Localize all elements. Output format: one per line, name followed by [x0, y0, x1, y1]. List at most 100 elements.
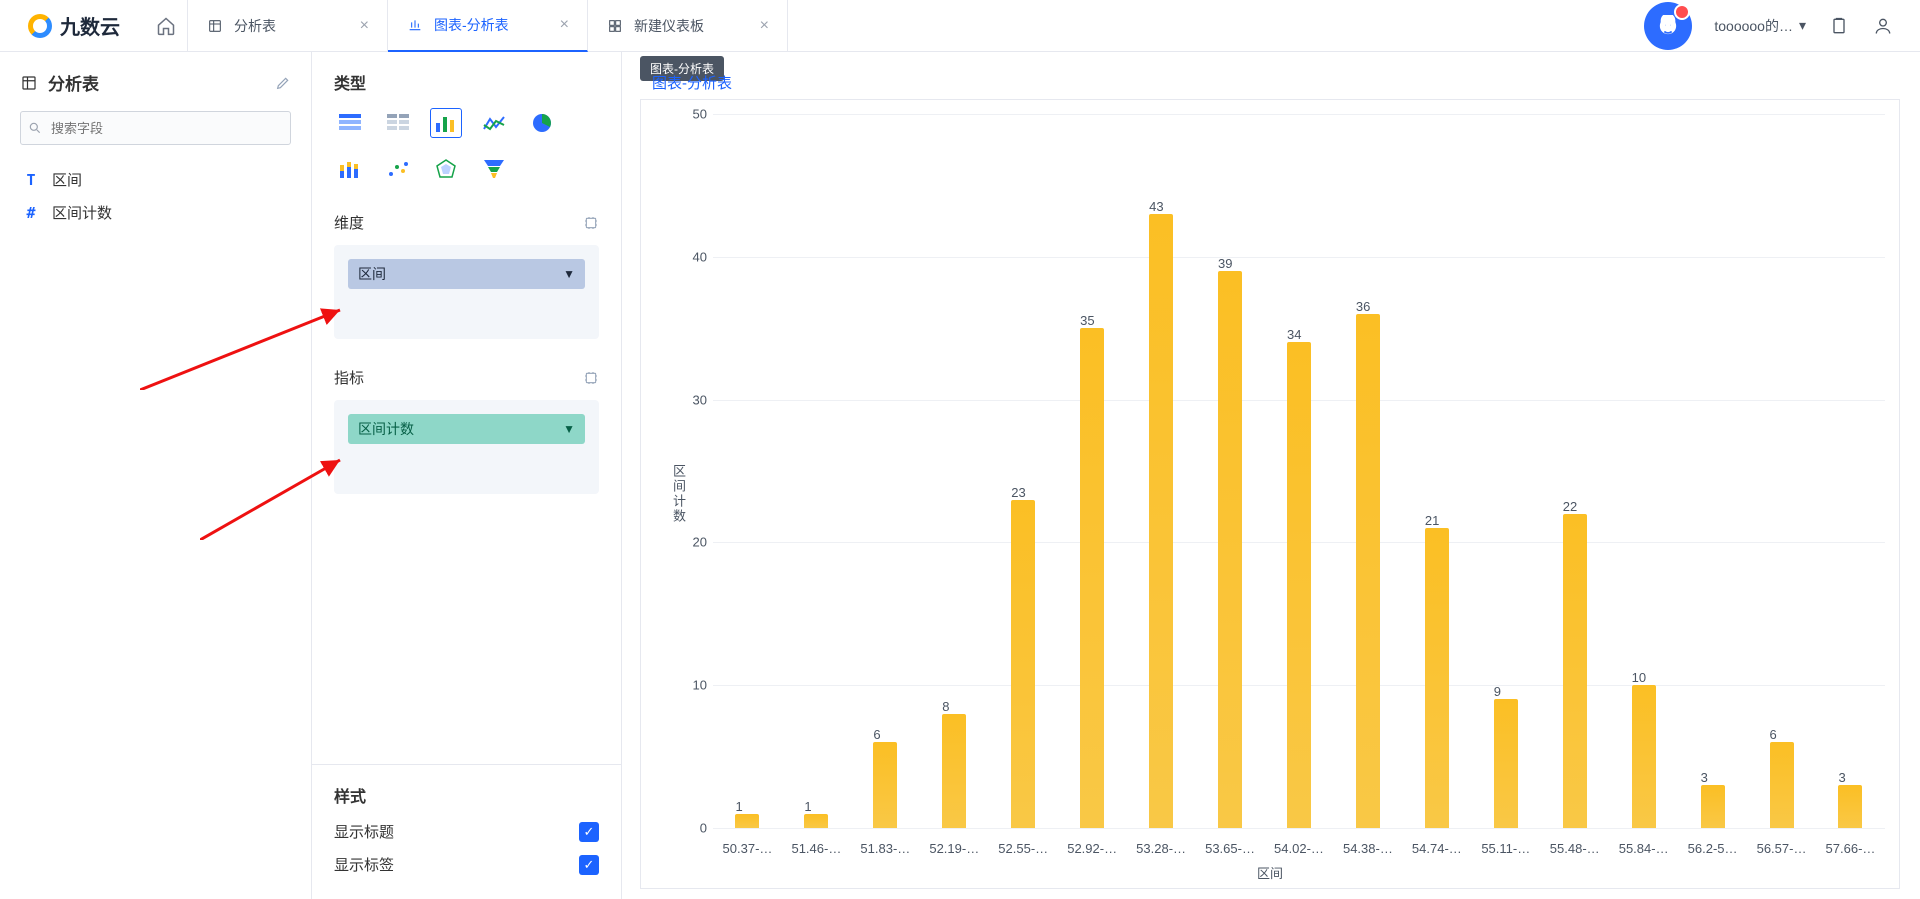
type-pie[interactable]	[526, 108, 558, 138]
y-tick-label: 50	[669, 107, 707, 122]
y-tick-label: 40	[669, 249, 707, 264]
bar-column: 9	[1471, 114, 1540, 828]
field-label: 区间	[52, 169, 82, 190]
type-bar[interactable]	[430, 108, 462, 138]
close-icon[interactable]: ×	[360, 17, 369, 35]
x-tick-label: 54.02-…	[1265, 841, 1334, 856]
chart-panel: 图表-分析表 区间计数 0102030405011682335433934362…	[622, 52, 1920, 899]
gear-icon[interactable]	[583, 215, 599, 231]
bar-column: 23	[989, 114, 1058, 828]
type-line[interactable]	[478, 108, 510, 138]
y-axis-title: 区间计数	[669, 464, 688, 524]
bar-value-label: 6	[873, 727, 880, 742]
bar[interactable]	[873, 742, 897, 828]
type-scatter[interactable]	[382, 154, 414, 184]
table-icon	[20, 74, 38, 92]
bar[interactable]	[1149, 214, 1173, 828]
tab-new-dashboard[interactable]: 新建仪表板 ×	[588, 0, 788, 52]
gridline	[713, 828, 1885, 829]
bar[interactable]	[1494, 699, 1518, 828]
support-chat-button[interactable]	[1644, 2, 1692, 50]
fields-panel: 分析表 T 区间 # 区间计数	[0, 52, 312, 899]
home-button[interactable]	[144, 0, 188, 52]
bar-column: 3	[1678, 114, 1747, 828]
x-tick-label: 52.55-…	[989, 841, 1058, 856]
bar[interactable]	[1563, 514, 1587, 828]
close-icon[interactable]: ×	[760, 17, 769, 35]
bar[interactable]	[1770, 742, 1794, 828]
bar-value-label: 43	[1149, 199, 1163, 214]
bar-column: 36	[1333, 114, 1402, 828]
config-panel: 类型 维度 区间 ▼	[312, 52, 622, 899]
checkbox-checked-icon[interactable]: ✓	[579, 822, 599, 842]
bar-value-label: 8	[942, 699, 949, 714]
metric-pill[interactable]: 区间计数 ▼	[348, 414, 585, 444]
type-table[interactable]	[334, 108, 366, 138]
checkbox-checked-icon[interactable]: ✓	[579, 855, 599, 875]
bar[interactable]	[1218, 271, 1242, 828]
x-tick-label: 55.84-…	[1609, 841, 1678, 856]
tab-analysis-table[interactable]: 分析表 ×	[188, 0, 388, 52]
search-input[interactable]	[20, 111, 291, 145]
style-show-labels[interactable]: 显示标签 ✓	[334, 854, 599, 875]
bar-column: 1	[713, 114, 782, 828]
gear-icon[interactable]	[583, 370, 599, 386]
bar-value-label: 21	[1425, 513, 1439, 528]
bar[interactable]	[1425, 528, 1449, 828]
profile-button[interactable]	[1872, 15, 1894, 37]
y-tick-label: 20	[669, 535, 707, 550]
bar[interactable]	[1632, 685, 1656, 828]
bar[interactable]	[1356, 314, 1380, 828]
bar[interactable]	[1838, 785, 1862, 828]
type-stacked-bar[interactable]	[334, 154, 366, 184]
bar[interactable]	[804, 814, 828, 828]
bar-value-label: 39	[1218, 256, 1232, 271]
x-tick-label: 53.65-…	[1196, 841, 1265, 856]
bar[interactable]	[1701, 785, 1725, 828]
tab-label: 新建仪表板	[634, 16, 704, 36]
type-radar[interactable]	[430, 154, 462, 184]
bar-column: 6	[1747, 114, 1816, 828]
edit-icon[interactable]	[275, 75, 291, 91]
dimension-pill[interactable]: 区间 ▼	[348, 259, 585, 289]
pill-label: 区间	[358, 264, 386, 284]
type-heading: 类型	[334, 70, 599, 94]
bar[interactable]	[1080, 328, 1104, 828]
style-show-title[interactable]: 显示标题 ✓	[334, 821, 599, 842]
bar-column: 8	[920, 114, 989, 828]
tab-chart-analysis[interactable]: 图表-分析表 ×	[388, 0, 588, 52]
dimension-drop-zone[interactable]: 区间 ▼	[334, 245, 599, 339]
tab-label: 图表-分析表	[434, 15, 509, 35]
type-funnel[interactable]	[478, 154, 510, 184]
bar-column: 10	[1609, 114, 1678, 828]
bar-value-label: 6	[1770, 727, 1777, 742]
field-item-interval-count[interactable]: # 区间计数	[20, 196, 291, 229]
table-icon	[206, 17, 224, 35]
type-crosstable[interactable]	[382, 108, 414, 138]
y-tick-label: 0	[669, 821, 707, 836]
clipboard-button[interactable]	[1828, 15, 1850, 37]
user-menu[interactable]: toooooo的… ▾	[1714, 16, 1806, 36]
bar-column: 6	[851, 114, 920, 828]
bar-value-label: 1	[804, 799, 811, 814]
metric-drop-zone[interactable]: 区间计数 ▼	[334, 400, 599, 494]
bar[interactable]	[1287, 342, 1311, 828]
field-label: 区间计数	[52, 202, 112, 223]
field-item-interval[interactable]: T 区间	[20, 163, 291, 196]
x-tick-label: 52.19-…	[920, 841, 989, 856]
chevron-down-icon: ▾	[1799, 17, 1806, 34]
x-tick-label: 57.66-…	[1816, 841, 1885, 856]
bar-column: 39	[1196, 114, 1265, 828]
y-tick-label: 30	[669, 392, 707, 407]
fields-panel-title: 分析表	[48, 70, 99, 95]
tab-label: 分析表	[234, 16, 276, 36]
close-icon[interactable]: ×	[560, 16, 569, 34]
bar-column: 35	[1058, 114, 1127, 828]
bar-value-label: 34	[1287, 327, 1301, 342]
bar[interactable]	[735, 814, 759, 828]
bar-column: 22	[1540, 114, 1609, 828]
search-icon	[28, 121, 42, 135]
bar[interactable]	[942, 714, 966, 828]
bar[interactable]	[1011, 500, 1035, 828]
dimension-heading: 维度	[334, 212, 364, 233]
